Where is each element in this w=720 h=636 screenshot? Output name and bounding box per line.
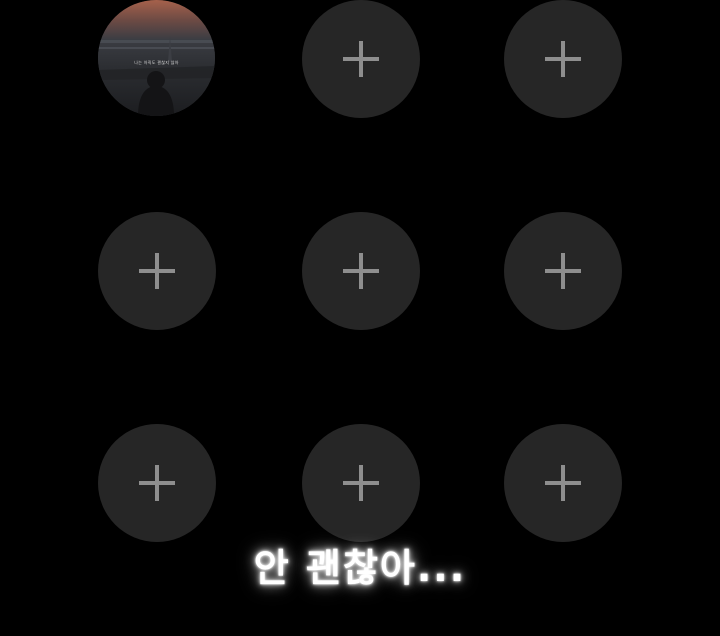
add-highlight-button[interactable]	[504, 424, 622, 542]
thumbnail-image	[98, 0, 215, 116]
add-highlight-button[interactable]	[504, 212, 622, 330]
plus-icon	[343, 465, 379, 501]
plus-icon	[545, 465, 581, 501]
plus-icon	[545, 253, 581, 289]
plus-icon	[139, 253, 175, 289]
subtitle-caption: 안 괜찮아...	[253, 546, 467, 590]
plus-icon	[343, 41, 379, 77]
add-highlight-button[interactable]	[302, 0, 420, 118]
plus-icon	[343, 253, 379, 289]
plus-icon	[139, 465, 175, 501]
add-highlight-button[interactable]	[98, 424, 216, 542]
thumbnail-caption: 나는 아직도 괜찮지 않아	[134, 60, 179, 65]
add-highlight-button[interactable]	[504, 0, 622, 118]
add-highlight-button[interactable]	[302, 424, 420, 542]
add-highlight-button[interactable]	[302, 212, 420, 330]
plus-icon	[545, 41, 581, 77]
add-highlight-button[interactable]	[98, 212, 216, 330]
filled-story-thumbnail[interactable]: 나는 아직도 괜찮지 않아	[98, 0, 215, 116]
highlight-grid-screen: 나는 아직도 괜찮지 않아 안 괜찮아...	[0, 0, 720, 636]
